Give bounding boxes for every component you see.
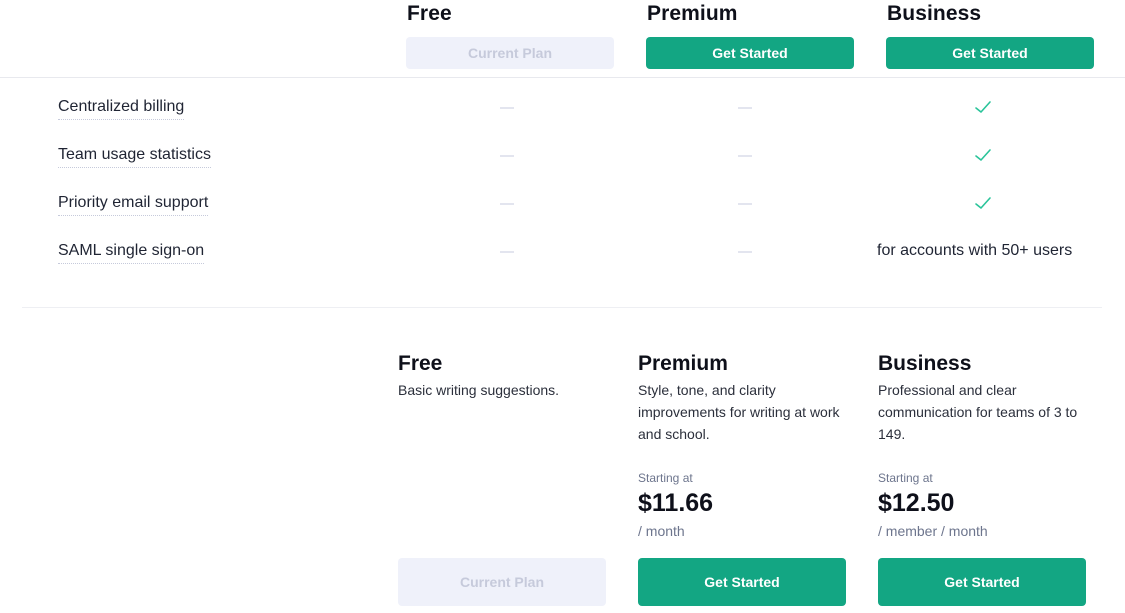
plan-name: Free bbox=[398, 352, 443, 375]
feature-row: Team usage statistics bbox=[0, 145, 1125, 193]
feature-label[interactable]: Priority email support bbox=[58, 193, 209, 216]
saml-business-note: for accounts with 50+ users bbox=[877, 242, 1073, 259]
feature-label[interactable]: SAML single sign-on bbox=[58, 241, 205, 264]
feature-row: SAML single sign-on for accounts with 50… bbox=[0, 241, 1125, 289]
current-plan-button[interactable]: Current Plan bbox=[406, 37, 614, 69]
dash-icon bbox=[500, 107, 514, 109]
section-divider bbox=[22, 307, 1102, 308]
plan-name: Business bbox=[887, 2, 982, 25]
check-icon bbox=[975, 101, 991, 113]
get-started-business-button[interactable]: Get Started bbox=[878, 558, 1086, 606]
feature-label[interactable]: Team usage statistics bbox=[58, 145, 211, 168]
starting-at-label: Starting at bbox=[878, 471, 933, 485]
plan-name: Premium bbox=[638, 352, 728, 375]
feature-row: Priority email support bbox=[0, 193, 1125, 241]
dash-icon bbox=[500, 251, 514, 253]
plan-description: Style, tone, and clarity improvements fo… bbox=[638, 382, 840, 442]
current-plan-button[interactable]: Current Plan bbox=[398, 558, 606, 606]
get-started-premium-button[interactable]: Get Started bbox=[646, 37, 854, 69]
plan-description: Professional and clear communication for… bbox=[878, 382, 1078, 442]
get-started-premium-button[interactable]: Get Started bbox=[638, 558, 846, 606]
starting-at-label: Starting at bbox=[638, 471, 693, 485]
billing-period: / member / month bbox=[878, 523, 988, 539]
plan-description: Basic writing suggestions. bbox=[398, 382, 560, 398]
plan-price: $11.66 bbox=[638, 489, 714, 517]
plan-header: Free Current Plan Premium Get Started Bu… bbox=[0, 0, 1125, 78]
check-icon bbox=[975, 149, 991, 161]
get-started-business-button[interactable]: Get Started bbox=[886, 37, 1094, 69]
plan-card-business: Business Professional and clear communic… bbox=[878, 350, 1086, 606]
dash-icon bbox=[738, 107, 752, 109]
feature-row: Centralized billing bbox=[0, 97, 1125, 145]
plan-price: $12.50 bbox=[878, 489, 955, 517]
dash-icon bbox=[500, 155, 514, 157]
dash-icon bbox=[738, 203, 752, 205]
plan-name: Business bbox=[878, 352, 972, 375]
dash-icon bbox=[738, 251, 752, 253]
plan-name: Free bbox=[407, 2, 452, 25]
plan-card-free: Free Basic writing suggestions. Current … bbox=[398, 350, 606, 606]
plan-card-premium: Premium Style, tone, and clarity improve… bbox=[638, 350, 846, 606]
plan-name: Premium bbox=[647, 2, 738, 25]
billing-period: / month bbox=[638, 523, 685, 539]
dash-icon bbox=[500, 203, 514, 205]
check-icon bbox=[975, 197, 991, 209]
dash-icon bbox=[738, 155, 752, 157]
feature-label[interactable]: Centralized billing bbox=[58, 97, 185, 120]
